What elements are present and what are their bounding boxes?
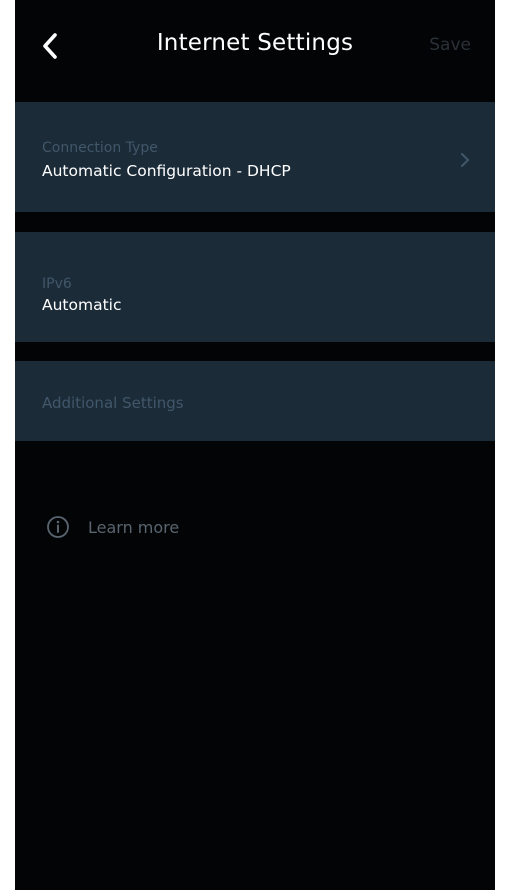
connection-type-value: Automatic Configuration - DHCP bbox=[42, 162, 291, 180]
ipv6-row[interactable]: IPv6 Automatic bbox=[15, 232, 495, 342]
ipv6-value: Automatic bbox=[42, 296, 122, 314]
ipv6-label: IPv6 bbox=[42, 276, 72, 292]
additional-settings-label: Additional Settings bbox=[42, 394, 184, 412]
info-icon bbox=[47, 516, 69, 538]
connection-type-row[interactable]: Connection Type Automatic Configuration … bbox=[15, 102, 495, 212]
connection-type-label: Connection Type bbox=[42, 140, 158, 156]
learn-more-label: Learn more bbox=[88, 517, 180, 537]
internet-settings-screen: Internet Settings Save Connection Type A… bbox=[15, 0, 495, 890]
learn-more-link[interactable]: Learn more bbox=[46, 514, 179, 540]
save-button[interactable]: Save bbox=[429, 35, 471, 55]
chevron-right-icon bbox=[461, 153, 469, 167]
page-title: Internet Settings bbox=[156, 30, 354, 56]
additional-settings-row[interactable]: Additional Settings bbox=[15, 361, 495, 441]
header-bar: Internet Settings Save bbox=[15, 0, 495, 92]
